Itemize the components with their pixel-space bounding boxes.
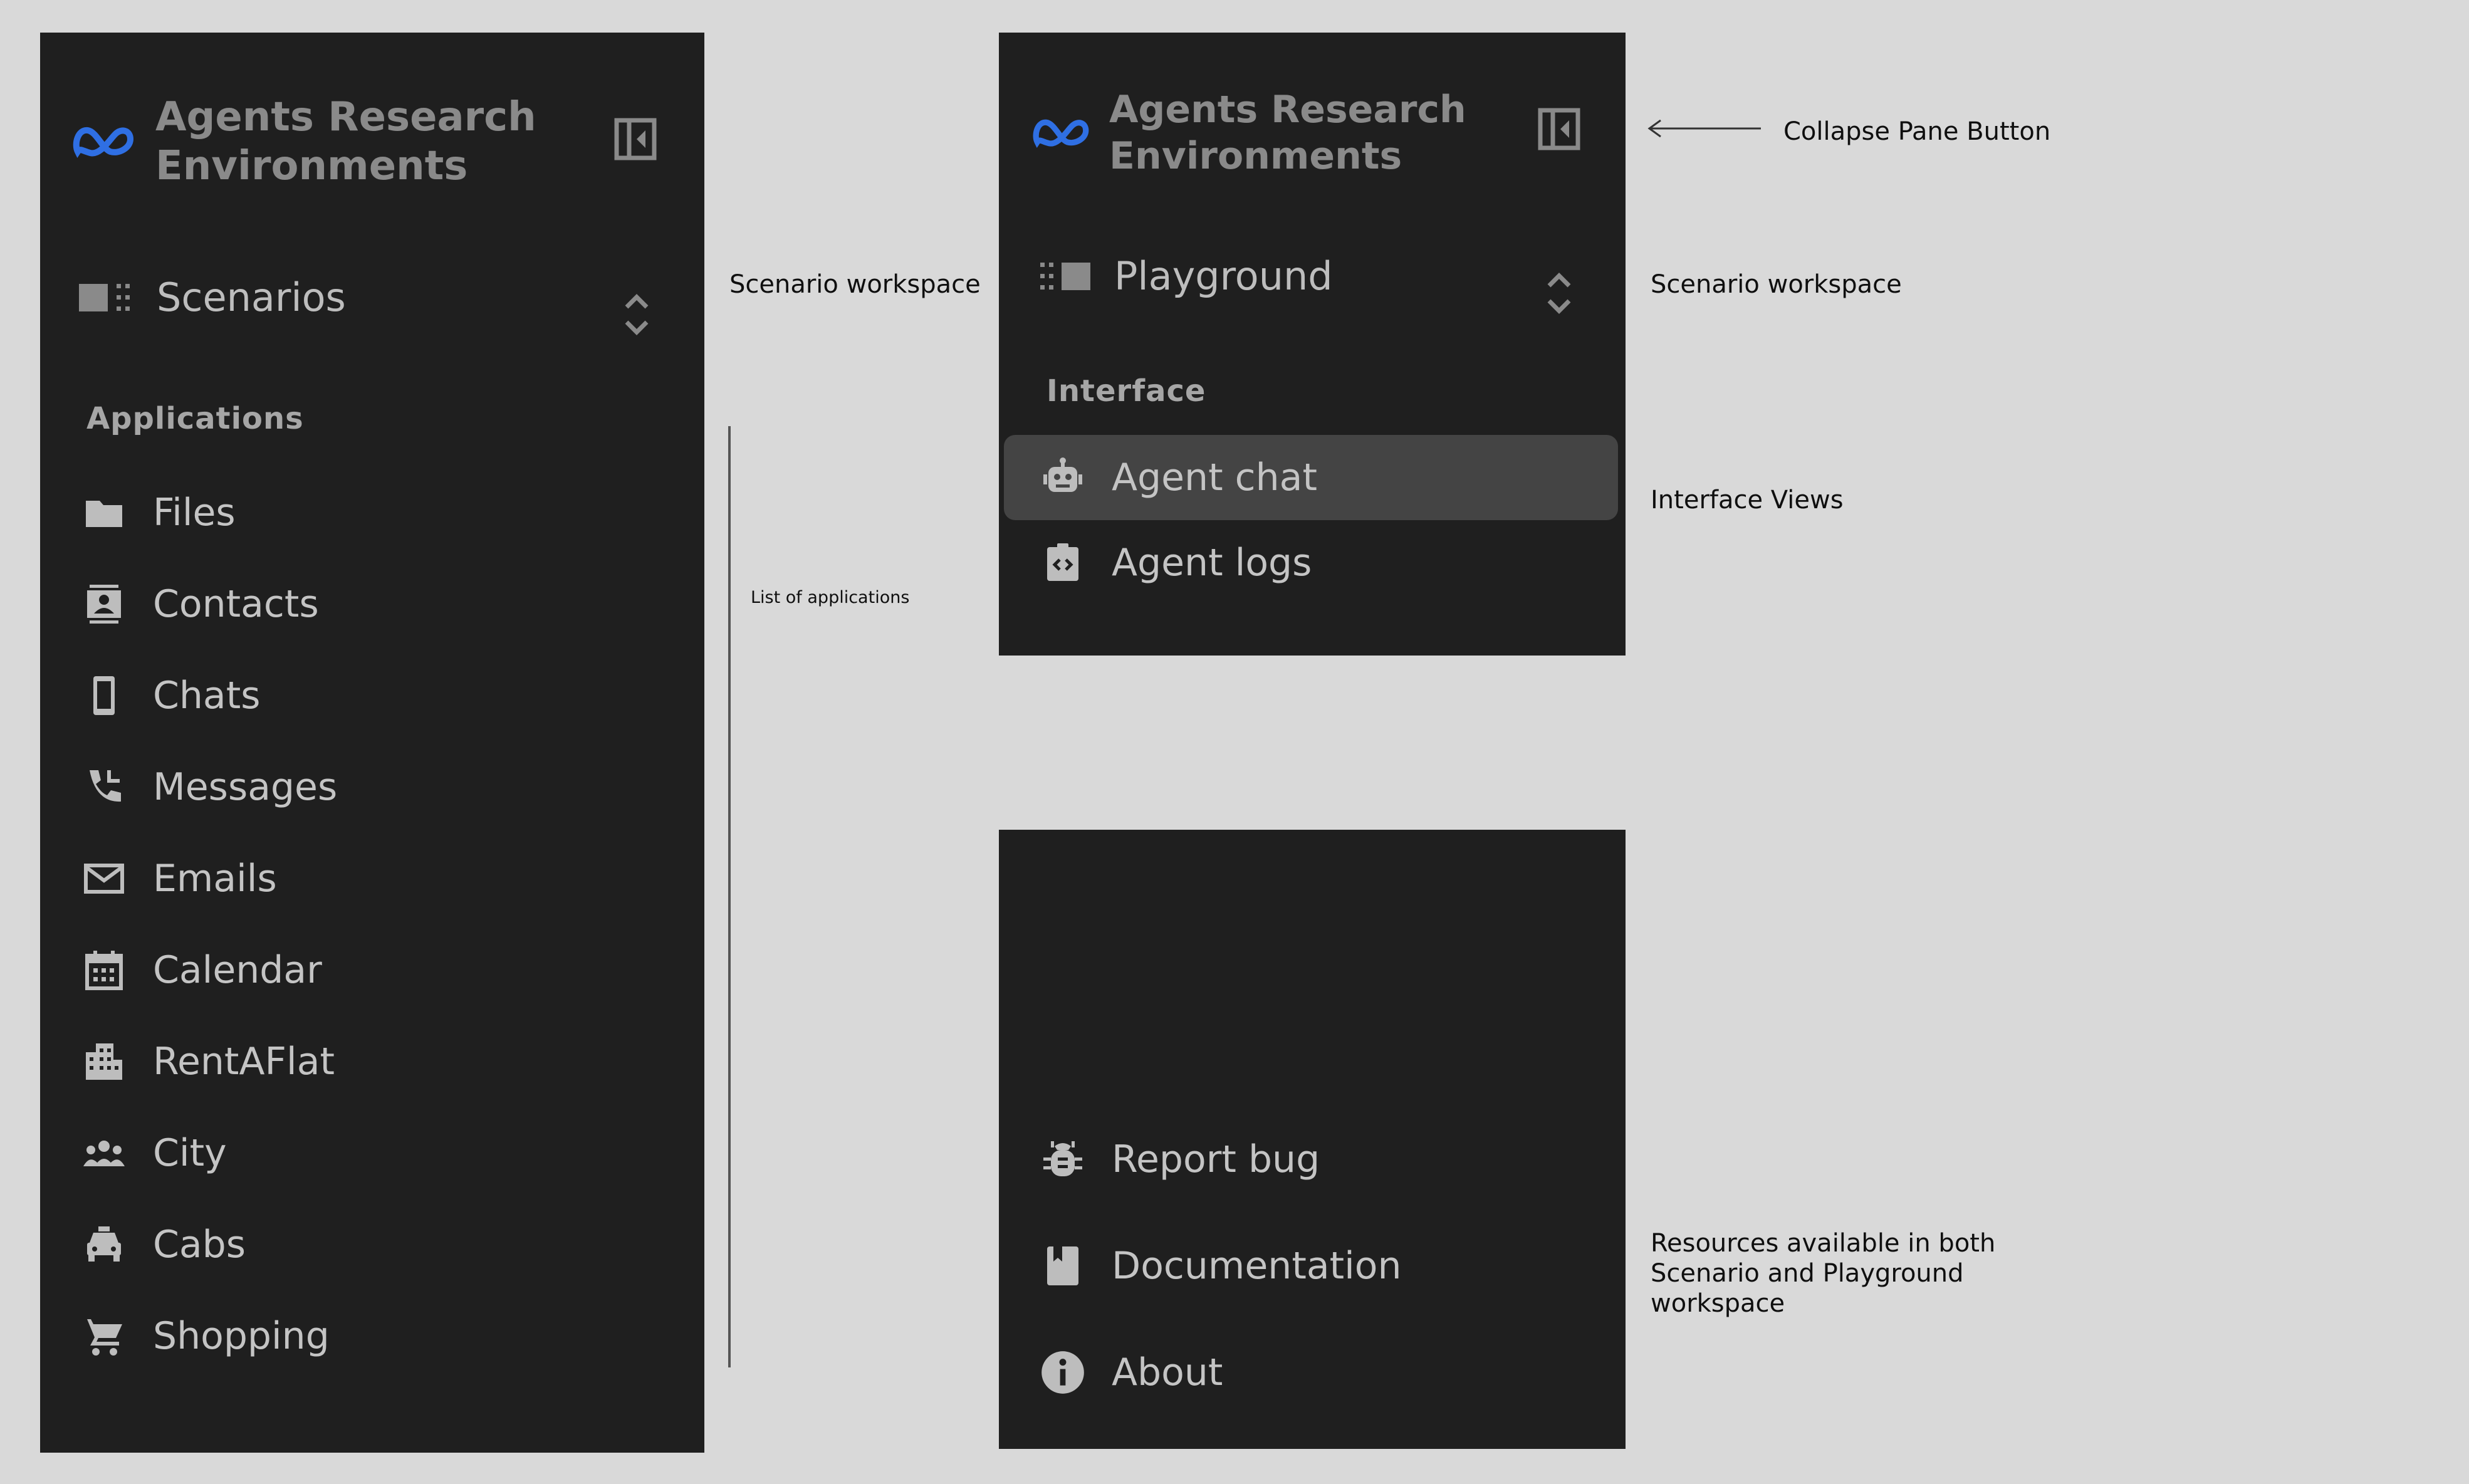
building-icon xyxy=(81,1039,127,1084)
annotation-scenario-workspace-left: Scenario workspace xyxy=(729,270,981,299)
app-item-shopping[interactable]: Shopping xyxy=(81,1298,330,1374)
arrow-left-icon xyxy=(1647,119,1761,138)
app-item-label: Calendar xyxy=(153,948,322,992)
collapse-pane-icon xyxy=(1538,108,1580,150)
scenario-sidebar: Agents Research Environments Scenarios A… xyxy=(40,33,704,1453)
book-icon xyxy=(1040,1243,1085,1288)
cart-icon xyxy=(81,1314,127,1359)
resource-item-documentation[interactable]: Documentation xyxy=(1040,1228,1402,1304)
workspace-label: Playground xyxy=(1114,253,1333,299)
app-item-label: Messages xyxy=(153,765,338,809)
collapse-pane-button[interactable] xyxy=(613,117,658,162)
code-clipboard-icon xyxy=(1040,540,1085,585)
annotation-collapse-pane-button: Collapse Pane Button xyxy=(1783,117,2051,146)
app-item-label: Files xyxy=(153,491,236,535)
view-item-label: Agent logs xyxy=(1112,541,1312,585)
app-item-label: Emails xyxy=(153,857,277,901)
brand-header: Agents Research Environments xyxy=(71,93,536,191)
workspace-label: Scenarios xyxy=(157,274,346,320)
annotation-list-of-applications: List of applications xyxy=(751,588,910,607)
resource-item-label: Documentation xyxy=(1112,1244,1402,1288)
annotation-resources: Resources available in both Scenario and… xyxy=(1651,1229,1996,1318)
brand-header: Agents Research Environments xyxy=(1031,86,1466,179)
view-item-agent-logs[interactable]: Agent logs xyxy=(1040,525,1312,600)
app-item-cabs[interactable]: Cabs xyxy=(81,1207,246,1282)
annotation-interface-views: Interface Views xyxy=(1651,486,1844,515)
chevron-up-down-icon[interactable] xyxy=(1544,267,1574,320)
meta-logo-icon xyxy=(1033,119,1089,148)
calendar-icon xyxy=(81,948,127,993)
folder-icon xyxy=(81,490,127,535)
bug-icon xyxy=(1040,1137,1085,1182)
view-item-label: Agent chat xyxy=(1112,456,1317,499)
app-item-label: City xyxy=(153,1131,227,1175)
taxi-icon xyxy=(81,1222,127,1267)
app-item-contacts[interactable]: Contacts xyxy=(81,567,319,642)
workspace-selector[interactable]: Playground xyxy=(1039,253,1333,299)
robot-icon xyxy=(1040,455,1085,500)
annotation-bracket-line xyxy=(728,426,731,1367)
phone-icon xyxy=(81,673,127,718)
contact-card-icon xyxy=(81,582,127,627)
collapse-pane-button[interactable] xyxy=(1537,107,1582,152)
resource-item-report-bug[interactable]: Report bug xyxy=(1040,1122,1320,1197)
meta-logo-icon xyxy=(73,127,134,158)
resource-item-label: Report bug xyxy=(1112,1137,1320,1181)
info-icon xyxy=(1040,1350,1085,1395)
playground-sidebar: Agents Research Environments Playground … xyxy=(999,33,1626,656)
app-item-city[interactable]: City xyxy=(81,1116,227,1191)
app-item-label: Shopping xyxy=(153,1314,330,1358)
app-item-files[interactable]: Files xyxy=(81,475,236,550)
phone-call-icon xyxy=(81,765,127,810)
annotation-scenario-workspace-right: Scenario workspace xyxy=(1651,270,1902,299)
workspace-icon xyxy=(1040,262,1090,290)
app-item-label: RentAFlat xyxy=(153,1040,335,1084)
resource-item-label: About xyxy=(1112,1351,1223,1394)
app-item-emails[interactable]: Emails xyxy=(81,841,277,916)
app-item-chats[interactable]: Chats xyxy=(81,658,260,733)
brand-title: Agents Research Environments xyxy=(1109,88,1466,178)
resources-sidebar: Report bug Documentation About xyxy=(999,830,1626,1449)
chevron-up-down-icon[interactable] xyxy=(622,288,652,341)
app-item-calendar[interactable]: Calendar xyxy=(81,933,322,1008)
mail-icon xyxy=(81,856,127,901)
collapse-pane-icon xyxy=(614,118,657,160)
people-icon xyxy=(81,1131,127,1176)
app-item-label: Contacts xyxy=(153,582,319,626)
resource-item-about[interactable]: About xyxy=(1040,1335,1223,1410)
app-item-rentaflat[interactable]: RentAFlat xyxy=(81,1024,335,1099)
brand-title: Agents Research Environments xyxy=(155,94,536,189)
app-item-label: Chats xyxy=(153,674,261,718)
workspace-icon xyxy=(79,283,130,311)
interface-section-title: Interface xyxy=(1047,374,1206,409)
app-item-messages[interactable]: Messages xyxy=(81,750,337,825)
applications-section-title: Applications xyxy=(86,401,304,436)
workspace-selector[interactable]: Scenarios xyxy=(79,274,346,320)
view-item-agent-chat[interactable]: Agent chat xyxy=(1040,440,1317,515)
app-item-label: Cabs xyxy=(153,1223,246,1267)
